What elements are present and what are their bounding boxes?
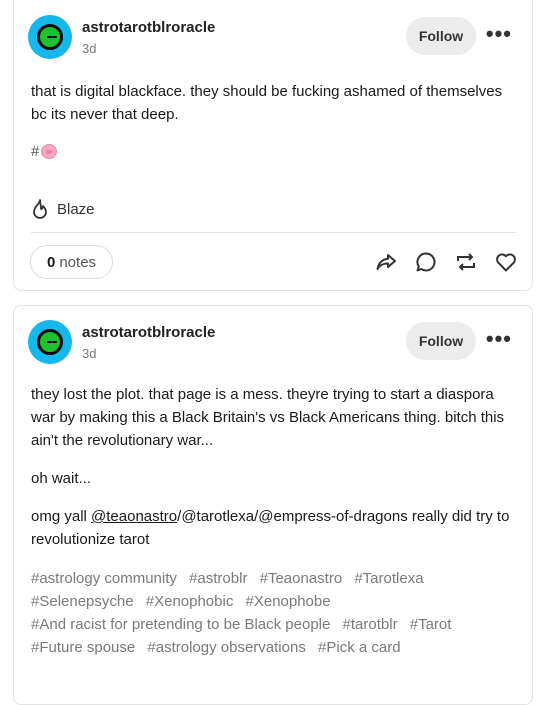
- tag-link[interactable]: #astroblr: [189, 570, 247, 587]
- avatar[interactable]: [28, 320, 72, 364]
- tag-link[interactable]: #Future spouse: [31, 639, 135, 656]
- tag-link[interactable]: #Tarot: [410, 616, 452, 633]
- hashtag[interactable]: #: [31, 143, 58, 160]
- username[interactable]: astrotarotblroracle: [82, 19, 215, 36]
- tag-link[interactable]: #Selenepsyche: [31, 593, 134, 610]
- post-text: they lost the plot. that page is a mess.…: [31, 386, 505, 449]
- tag-link[interactable]: #Pick a card: [318, 639, 401, 656]
- notes-count: 0: [47, 253, 56, 271]
- tag-list: #astrology community #astroblr #Teaonast…: [31, 567, 522, 659]
- share-icon[interactable]: [374, 250, 398, 274]
- post-time[interactable]: 3d: [82, 346, 96, 361]
- post-time[interactable]: 3d: [82, 41, 96, 56]
- tag-link[interactable]: #astrology community: [31, 570, 177, 587]
- blaze-label: Blaze: [57, 200, 95, 218]
- post-actions: [374, 250, 518, 274]
- divider: [31, 232, 516, 233]
- tag-link[interactable]: #astrology observations: [147, 639, 305, 656]
- more-options-icon[interactable]: •••: [486, 326, 512, 352]
- avatar-face-icon: [37, 24, 63, 50]
- tag-link[interactable]: #And racist for pretending to be Black p…: [31, 616, 330, 633]
- notes-button[interactable]: 0 notes: [30, 245, 114, 279]
- follow-button[interactable]: Follow: [406, 322, 476, 360]
- username[interactable]: astrotarotblroracle: [82, 324, 215, 341]
- notes-label: notes: [59, 253, 97, 271]
- post-card: astrotarotblroracle 3d Follow ••• they l…: [13, 305, 533, 705]
- follow-button[interactable]: Follow: [406, 17, 476, 55]
- post-text-part: omg yall: [31, 508, 92, 525]
- tag-link[interactable]: #Xenophobe: [246, 593, 331, 610]
- post-text: oh wait...: [31, 470, 92, 487]
- avatar-face-icon: [37, 329, 63, 355]
- flame-icon: [33, 199, 47, 219]
- mention-link[interactable]: @teaonastro: [91, 508, 177, 525]
- reblog-icon[interactable]: [454, 250, 478, 274]
- blaze-button[interactable]: Blaze: [31, 199, 95, 219]
- avatar[interactable]: [28, 15, 72, 59]
- tag-link[interactable]: #Teaonastro: [260, 570, 343, 587]
- post-text: omg yall @teaonastro/@tarotlexa/@empress…: [31, 505, 512, 551]
- tag-link[interactable]: #Tarotlexa: [354, 570, 423, 587]
- tag-link[interactable]: #Xenophobic: [146, 593, 234, 610]
- post-card: astrotarotblroracle 3d Follow ••• that i…: [13, 0, 533, 291]
- tag-link[interactable]: #tarotblr: [343, 616, 398, 633]
- post-text: that is digital blackface. they should b…: [31, 83, 503, 123]
- more-options-icon[interactable]: •••: [486, 21, 512, 47]
- like-heart-icon[interactable]: [494, 250, 518, 274]
- reply-icon[interactable]: [414, 250, 438, 274]
- hashtag-prefix: #: [31, 143, 40, 160]
- pig-face-icon: [41, 144, 58, 159]
